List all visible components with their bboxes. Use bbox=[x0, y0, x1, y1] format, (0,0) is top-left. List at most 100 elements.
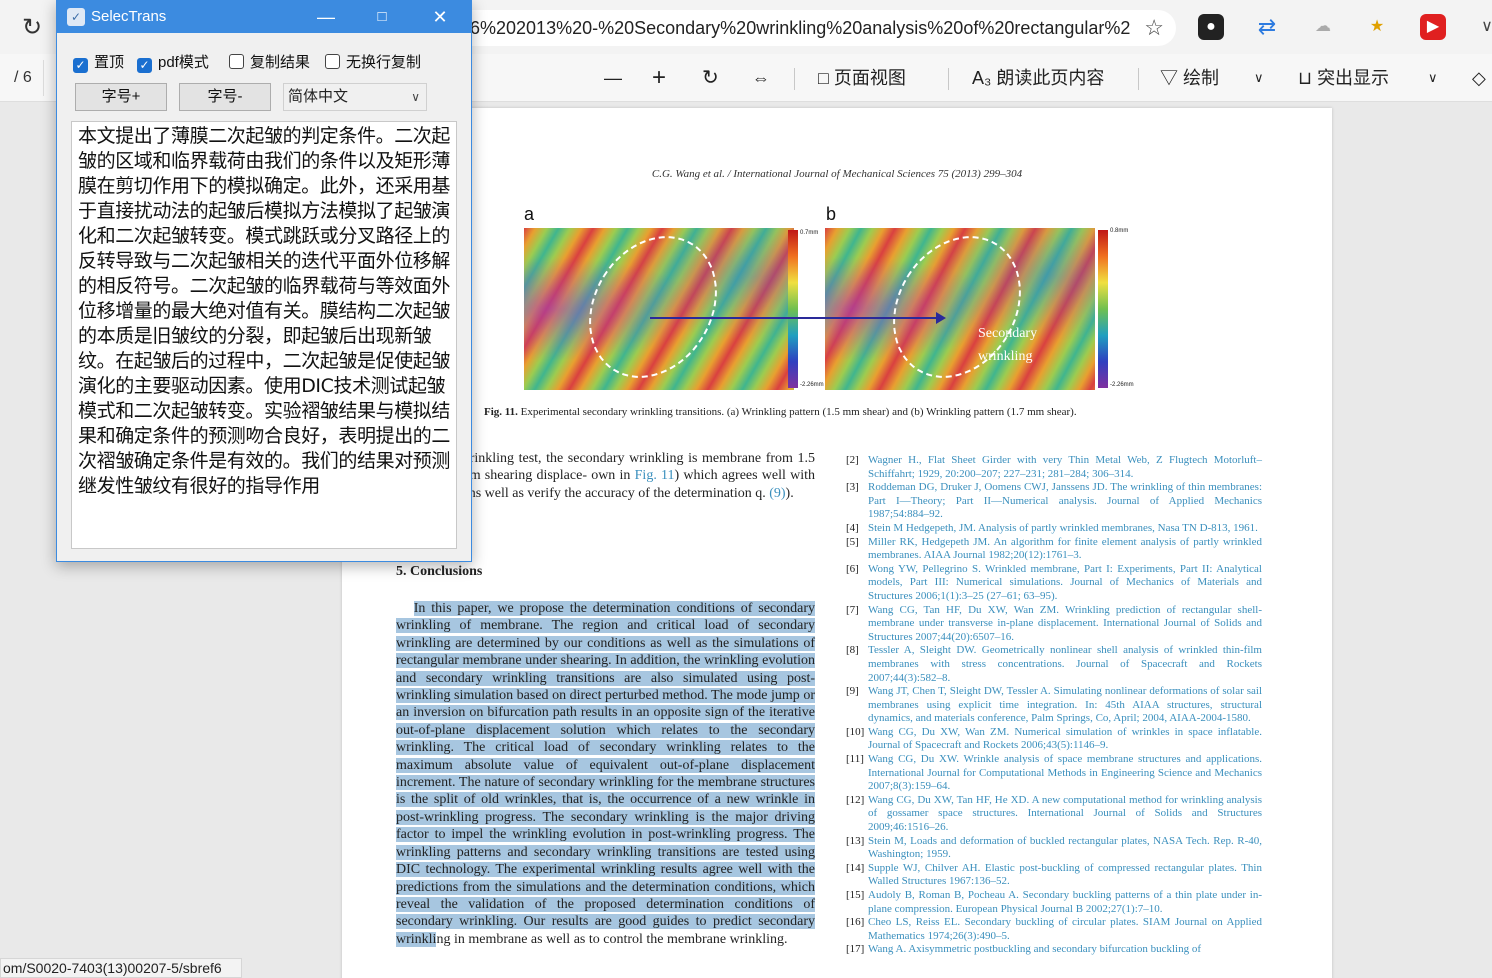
reference-link[interactable]: Wang CG, Tan HF, Du XW, Wan ZM. Wrinklin… bbox=[868, 604, 1262, 643]
colorbar-b bbox=[1098, 230, 1108, 388]
read-aloud-button[interactable]: A₃ 朗读此页内容 bbox=[972, 62, 1104, 94]
colorbar-b-min: -2.26mm bbox=[1110, 382, 1134, 388]
reference-number: [7] bbox=[846, 603, 859, 616]
cloud-extension-icon[interactable]: ☁ bbox=[1310, 14, 1336, 40]
draw-button[interactable]: ▽ 绘制 bbox=[1160, 62, 1219, 94]
highlight-button[interactable]: ⊔ 突出显示 bbox=[1298, 62, 1389, 94]
option-label: 置顶 bbox=[94, 54, 125, 71]
reference-link[interactable]: Cheo LS, Reiss EL. Secondary buckling of… bbox=[868, 916, 1262, 942]
figure-link[interactable]: Fig. 11 bbox=[635, 468, 675, 483]
highlight-dropdown-icon[interactable]: ∨ bbox=[1428, 62, 1438, 94]
page-count[interactable]: / 6 bbox=[0, 60, 44, 96]
reference-link[interactable]: Wang CG, Du XW. Wrinkle analysis of spac… bbox=[868, 753, 1262, 792]
reference-number: [11] bbox=[846, 753, 864, 766]
reference-link[interactable]: Supple WJ, Chilver AH. Elastic post-buck… bbox=[868, 862, 1262, 888]
reference-item: [2] Wagner H., Flat Sheet Girder with ver… bbox=[846, 454, 1262, 481]
reference-item: [17] Wang A. Axisymmetric postbuckling an… bbox=[846, 943, 1262, 957]
reference-number: [10] bbox=[846, 725, 865, 738]
add-favorite-icon[interactable]: ☆ bbox=[1144, 15, 1164, 41]
page-view-button[interactable]: □ 页面视图 bbox=[818, 62, 906, 94]
checkbox-unchecked-icon bbox=[229, 54, 244, 69]
window-titlebar[interactable]: ✓ SelecTrans — □ ✕ bbox=[57, 1, 471, 33]
minimize-button[interactable]: — bbox=[303, 5, 349, 29]
checkbox-checked-icon: ✓ bbox=[73, 58, 88, 73]
eraser-icon[interactable]: ◇ bbox=[1472, 62, 1486, 94]
draw-label: 绘制 bbox=[1183, 68, 1220, 88]
zoom-out-button[interactable]: — bbox=[604, 62, 622, 94]
transition-arrow-head bbox=[936, 312, 946, 324]
sync-extension-icon[interactable]: ⇄ bbox=[1254, 14, 1280, 40]
reference-link[interactable]: Wang JT, Chen T, Sleight DW, Tessler A. … bbox=[868, 685, 1262, 724]
reference-link[interactable]: Miller RK, Hedgepeth JM. An algorithm fo… bbox=[868, 536, 1262, 562]
reference-item: [6] Wong YW, Pellegrino S. Wrinkled membr… bbox=[846, 563, 1262, 604]
zoom-in-button[interactable]: + bbox=[652, 62, 666, 94]
cat-extension-icon[interactable]: ★ bbox=[1364, 14, 1390, 40]
draw-dropdown-icon[interactable]: ∨ bbox=[1254, 62, 1264, 94]
extension-icon[interactable]: ● bbox=[1198, 14, 1224, 40]
reference-link[interactable]: Roddeman DG, Druker J, Oomens CWJ, Janss… bbox=[868, 481, 1262, 520]
highlight-label: 突出显示 bbox=[1317, 68, 1390, 88]
caption-text: Experimental secondary wrinkling transit… bbox=[520, 406, 1077, 418]
conclusion-paragraph[interactable]: In this paper, we propose the determinat… bbox=[396, 600, 816, 948]
annotation-line-1: Secondary bbox=[978, 326, 1038, 341]
copy-result-checkbox[interactable]: 复制结果 bbox=[229, 53, 310, 73]
reference-link[interactable]: Wang CG, Du XW, Wan ZM. Numerical simula… bbox=[868, 726, 1262, 752]
no-linebreak-copy-checkbox[interactable]: 无换行复制 bbox=[325, 53, 421, 73]
figure-label-b: b bbox=[826, 204, 837, 224]
maximize-button[interactable]: □ bbox=[359, 5, 405, 29]
figure-caption: Fig. 11. Experimental secondary wrinklin… bbox=[484, 406, 1077, 418]
reference-link[interactable]: Audoly B, Roman B, Pocheau A. Secondary … bbox=[868, 889, 1262, 915]
address-bar[interactable]: 6%202013%20-%20Secondary%20wrinkling%20a… bbox=[440, 10, 1176, 46]
toolbar-divider bbox=[948, 68, 949, 90]
reference-link[interactable]: Wagner H., Flat Sheet Girder with very T… bbox=[868, 454, 1262, 480]
transition-arrow bbox=[650, 317, 940, 319]
conclusion-rest[interactable]: ng in membrane as well as to control the… bbox=[436, 932, 787, 947]
reference-number: [17] bbox=[846, 943, 865, 956]
equation-link[interactable]: (9) bbox=[769, 486, 785, 501]
colorbar-b-max: 0.8mm bbox=[1110, 228, 1129, 234]
reference-number: [13] bbox=[846, 834, 865, 847]
reference-link[interactable]: Wang A. Axisymmetric postbuckling and se… bbox=[868, 943, 1201, 955]
language-select[interactable]: 简体中文 ∨ bbox=[283, 83, 427, 111]
caption-label: Fig. 11. bbox=[484, 406, 518, 418]
selected-text[interactable]: In this paper, we propose the determinat… bbox=[396, 601, 816, 947]
reference-item: [5] Miller RK, Hedgepeth JM. An algorithm… bbox=[846, 536, 1262, 563]
reference-number: [8] bbox=[846, 644, 859, 657]
reference-link[interactable]: Stein M, Loads and deformation of buckle… bbox=[868, 835, 1262, 861]
reference-item: [14] Supple WJ, Chilver AH. Elastic post-… bbox=[846, 862, 1262, 889]
reference-number: [4] bbox=[846, 521, 859, 534]
reference-item: [8] Tessler A, Sleight DW. Geometrically … bbox=[846, 644, 1262, 685]
pin-top-checkbox[interactable]: ✓ 置顶 bbox=[73, 53, 124, 73]
reference-number: [2] bbox=[846, 454, 859, 466]
font-decrease-button[interactable]: 字号- bbox=[179, 83, 271, 111]
font-increase-button[interactable]: 字号+ bbox=[75, 83, 167, 111]
shield-extension-icon[interactable]: ∨ bbox=[1474, 14, 1492, 40]
selectrans-window[interactable]: ✓ SelecTrans — □ ✕ ✓ 置顶 ✓ pdf模式 复制结果 无换行复制… bbox=[56, 0, 472, 562]
app-icon: ✓ bbox=[67, 8, 85, 26]
pdf-mode-checkbox[interactable]: ✓ pdf模式 bbox=[137, 53, 209, 73]
option-label: 复制结果 bbox=[250, 54, 311, 71]
reference-link[interactable]: Wong YW, Pellegrino S. Wrinkled membrane… bbox=[868, 563, 1262, 602]
reload-icon[interactable]: ↻ bbox=[18, 14, 46, 42]
reference-link[interactable]: Stein M Hedgepeth, JM. Analysis of partl… bbox=[868, 522, 1258, 534]
option-label: pdf模式 bbox=[158, 54, 209, 71]
video-extension-icon[interactable]: ▶ bbox=[1420, 14, 1446, 40]
chevron-down-icon: ∨ bbox=[411, 90, 420, 104]
reference-item: [4] Stein M Hedgepeth, JM. Analysis of pa… bbox=[846, 522, 1262, 536]
close-button[interactable]: ✕ bbox=[417, 5, 463, 29]
reference-link[interactable]: Tessler A, Sleight DW. Geometrically non… bbox=[868, 644, 1262, 683]
reference-link[interactable]: Wang CG, Du XW, Tan HF, He XD. A new com… bbox=[868, 794, 1262, 833]
highlight-icon: ⊔ bbox=[1298, 68, 1313, 88]
option-label: 无换行复制 bbox=[346, 54, 422, 71]
checkbox-unchecked-icon bbox=[325, 54, 340, 69]
toolbar-divider bbox=[794, 68, 795, 90]
url-text[interactable]: 6%202013%20-%20Secondary%20wrinkling%20a… bbox=[470, 18, 1130, 39]
running-head: C.G. Wang et al. / International Journal… bbox=[651, 168, 1023, 180]
section-heading: 5. Conclusions bbox=[396, 564, 483, 579]
fit-width-icon[interactable]: ⇔ bbox=[752, 62, 770, 94]
reference-number: [16] bbox=[846, 916, 865, 929]
rotate-icon[interactable]: ↻ bbox=[702, 62, 719, 94]
body-text: ). bbox=[785, 485, 794, 501]
translation-output[interactable]: 本文提出了薄膜二次起皱的判定条件。二次起皱的区域和临界载荷由我们的条件以及矩形薄… bbox=[71, 121, 457, 549]
reference-number: [6] bbox=[846, 562, 859, 575]
